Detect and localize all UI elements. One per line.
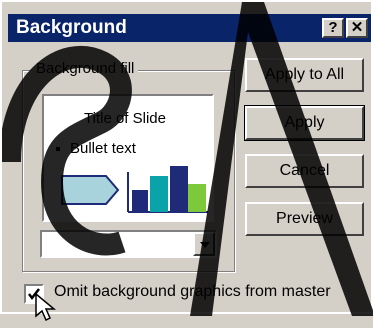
dialog-title: Background bbox=[16, 17, 127, 38]
preview-graphics bbox=[61, 166, 208, 213]
chevron-down-icon[interactable] bbox=[193, 232, 215, 256]
slide-preview: Title of Slide Bullet text bbox=[42, 94, 214, 222]
preview-button[interactable]: Preview bbox=[245, 202, 364, 236]
apply-button[interactable]: Apply bbox=[244, 105, 365, 141]
chart-bar-1 bbox=[132, 190, 148, 212]
help-button[interactable]: ? bbox=[322, 18, 344, 38]
fill-dropdown[interactable] bbox=[40, 230, 217, 258]
chart-bar-2 bbox=[150, 176, 168, 212]
mouse-cursor-icon bbox=[35, 292, 57, 322]
omit-graphics-label: Omit background graphics from master bbox=[54, 283, 331, 300]
chart-bar-4 bbox=[188, 184, 206, 212]
close-button[interactable]: ✕ bbox=[346, 18, 368, 38]
cancel-button[interactable]: Cancel bbox=[245, 154, 364, 188]
background-dialog: Background ? ✕ Background fill Title of … bbox=[0, 0, 373, 322]
title-bar[interactable]: Background ? ✕ bbox=[8, 14, 371, 42]
arrow-shape-icon bbox=[61, 175, 120, 205]
chart-bar-3 bbox=[170, 166, 188, 212]
background-fill-label: Background fill bbox=[32, 60, 139, 77]
apply-to-all-button[interactable]: Apply to All bbox=[245, 58, 364, 92]
